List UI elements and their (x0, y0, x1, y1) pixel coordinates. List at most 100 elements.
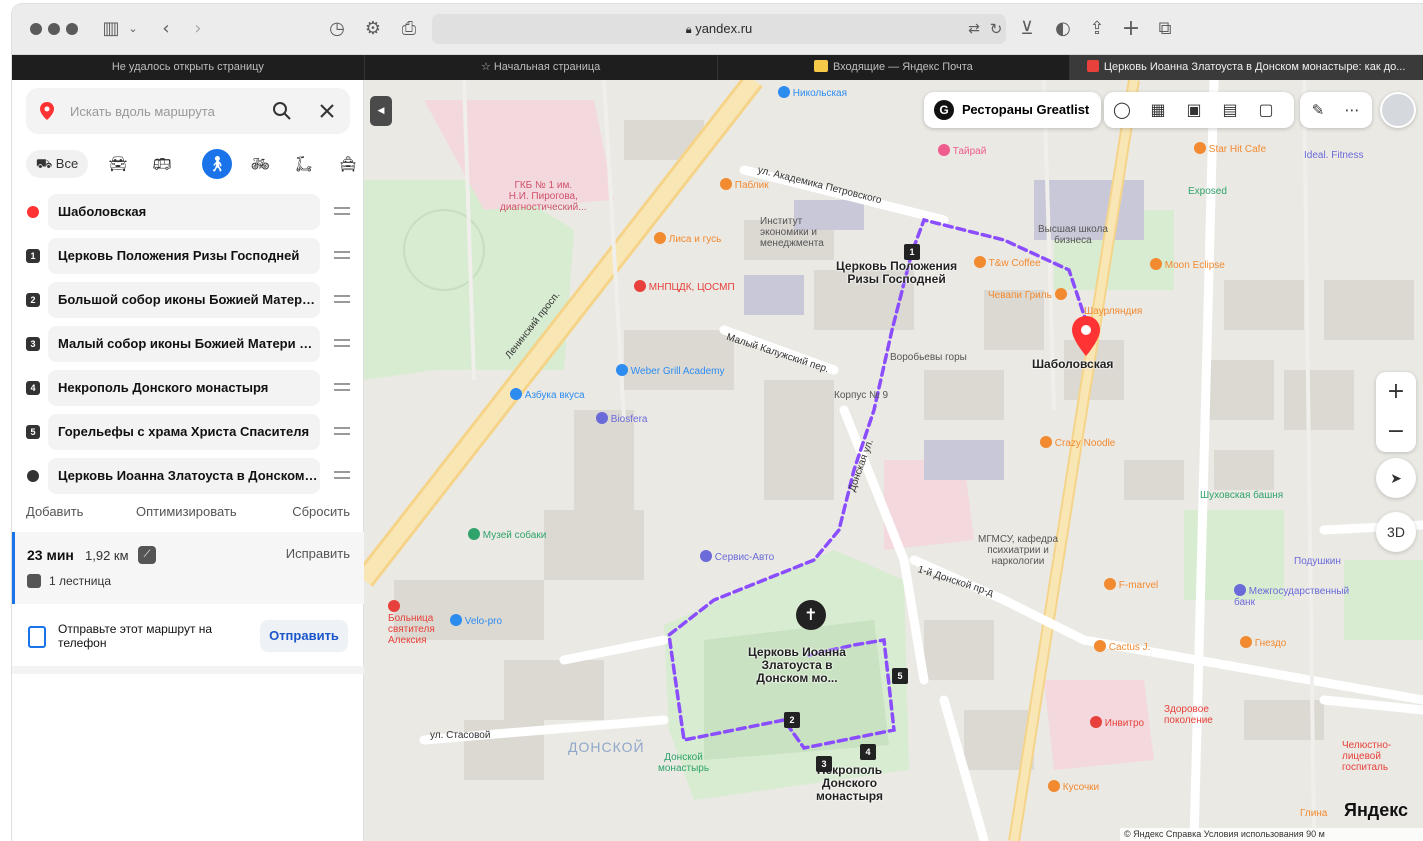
stop-field[interactable]: Церковь Иоанна Златоуста в Донском монас… (48, 458, 320, 494)
poi-crazy-noodle[interactable]: Crazy Noodle (1040, 436, 1115, 449)
transit-icon[interactable]: ▤ (1218, 98, 1242, 122)
zoom-in-button[interactable]: + (1376, 372, 1416, 412)
drag-handle-icon[interactable] (334, 291, 350, 309)
poi-lisa[interactable]: Лиса и гусь (654, 232, 721, 245)
drag-handle-icon[interactable] (334, 335, 350, 353)
poi-vorobyevy[interactable]: Воробьевы горы (890, 352, 967, 363)
search-input[interactable] (70, 99, 260, 123)
church-end-label[interactable]: Церковь Иоанна Златоуста в Донском мо... (748, 646, 846, 685)
drag-handle-icon[interactable] (334, 203, 350, 221)
reload-icon[interactable]: ↻ (986, 16, 1006, 42)
tab-error[interactable]: Не удалось открыть страницу (12, 55, 365, 80)
zoom-window-button[interactable] (66, 23, 78, 35)
chevron-down-icon[interactable]: ⌄ (126, 16, 140, 42)
poi-weber[interactable]: Weber Grill Academy (616, 364, 725, 377)
back-icon[interactable]: ‹ (156, 16, 176, 42)
stop-field[interactable]: Горельефы с храма Христа Спасителя (48, 414, 320, 450)
layers-icon[interactable]: ◯ (1110, 98, 1134, 122)
poi-kusochki[interactable]: Кусочки (1048, 780, 1099, 793)
shabolovskaya-label[interactable]: Шаболовская (1032, 358, 1113, 371)
locate-icon[interactable]: ➤ (1376, 458, 1416, 498)
print-icon[interactable]: ⎙ (398, 16, 420, 42)
poi-mnpcdk[interactable]: МНПЦДК, ЦОСМП (634, 280, 735, 293)
drag-handle-icon[interactable] (334, 247, 350, 265)
route-marker-2[interactable]: 2 (784, 712, 800, 728)
stop-field[interactable]: Шаболовская (48, 194, 320, 230)
forward-icon[interactable]: › (188, 16, 208, 42)
scooter-icon[interactable]: 🛴︎ (292, 150, 316, 178)
map-view[interactable]: ул. Академика Петровского Ленинский прос… (364, 80, 1423, 841)
zoom-out-button[interactable]: − (1376, 412, 1416, 452)
route-marker-1[interactable]: 1 (904, 244, 920, 260)
poi-moon-eclipse[interactable]: Moon Eclipse (1150, 258, 1225, 271)
translate-icon[interactable]: ⇄ (964, 16, 984, 42)
view-3d-button[interactable]: 3D (1376, 512, 1416, 552)
finish-church-icon[interactable]: ✝ (796, 600, 826, 630)
poi-gnezdo[interactable]: Гнездо (1240, 636, 1286, 649)
route-summary[interactable]: 23 мин 1,92 км ⟋ Исправить 1 лестница (12, 532, 364, 604)
promo-restaurants-button[interactable]: G Рестораны Greatlist (924, 92, 1102, 128)
poi-nikolskaya[interactable]: Никольская (778, 86, 847, 99)
minimize-window-button[interactable] (48, 23, 60, 35)
tab-mail[interactable]: Входящие — Яндекс Почта (718, 55, 1071, 80)
poi-fmarvel[interactable]: F-marvel (1104, 578, 1158, 591)
mode-all-button[interactable]: ⛟ Все (26, 150, 88, 178)
history-icon[interactable]: ◷ (326, 16, 348, 42)
poi-cactus[interactable]: Cactus J. (1094, 640, 1150, 653)
poi-public[interactable]: Паблик (720, 178, 769, 191)
poi-mezhgos-bank[interactable]: Межгосударственный банк (1234, 584, 1364, 608)
church-start-label[interactable]: Церковь Положения Ризы Господней (836, 260, 957, 286)
route-marker-4[interactable]: 4 (860, 744, 876, 760)
poi-velopro[interactable]: Velo-pro (450, 614, 502, 627)
tab-overview-icon[interactable]: ⧉ (1154, 16, 1176, 42)
bicycle-icon[interactable]: 🚲︎ (248, 150, 272, 178)
drag-handle-icon[interactable] (334, 379, 350, 397)
route-marker-3[interactable]: 3 (816, 756, 832, 772)
poi-exposed[interactable]: Exposed (1188, 186, 1227, 197)
poi-glina[interactable]: Глина (1300, 808, 1327, 819)
poi-shaurlandia[interactable]: Шаурляндия (1084, 306, 1142, 317)
poi-chevapi[interactable]: Чевапи Гриль (988, 288, 1067, 301)
camera-icon[interactable]: ▣ (1182, 98, 1206, 122)
route-marker-5[interactable]: 5 (892, 668, 908, 684)
address-bar[interactable]: 🔒︎ yandex.ru (432, 14, 1006, 44)
drag-handle-icon[interactable] (334, 423, 350, 441)
more-icon[interactable]: ⋯ (1340, 98, 1364, 122)
close-window-button[interactable] (30, 23, 42, 35)
poi-dog-museum[interactable]: Музей собаки (468, 528, 546, 541)
poi-service-auto[interactable]: Сервис-Авто (700, 550, 774, 563)
add-stop-button[interactable]: Добавить (26, 504, 83, 519)
sidebar-toggle-icon[interactable]: ▥ (100, 16, 122, 42)
poi-hospital-aleksiy[interactable]: Больница святителя Алексия (388, 600, 448, 646)
poi-podushkin[interactable]: Подушкин (1294, 556, 1341, 567)
traffic-icon[interactable]: ▢ (1254, 98, 1278, 122)
tab-maps[interactable]: Церковь Иоанна Златоуста в Донском монас… (1070, 55, 1423, 80)
send-button[interactable]: Отправить (260, 620, 348, 652)
close-icon[interactable] (320, 104, 334, 118)
shield-icon[interactable]: ◐ (1052, 16, 1074, 42)
poi-korpus9[interactable]: Корпус № 9 (834, 390, 888, 401)
poi-zdorovoe[interactable]: Здоровое поколение (1164, 704, 1244, 726)
stop-field[interactable]: Большой собор иконы Божией Матери Донска… (48, 282, 320, 318)
collapse-panel-button[interactable]: ◀ (370, 96, 392, 126)
panorama-icon[interactable]: ▦ (1146, 98, 1170, 122)
stop-field[interactable]: Малый собор иконы Божией Матери Донская (48, 326, 320, 362)
poi-biosfera[interactable]: Biosfera (596, 412, 647, 425)
drag-handle-icon[interactable] (334, 467, 350, 485)
avatar[interactable] (1380, 92, 1416, 128)
tab-home[interactable]: ☆ Начальная страница (365, 55, 718, 80)
stop-field[interactable]: Некрополь Донского монастыря (48, 370, 320, 406)
ruler-icon[interactable]: ✎ (1306, 98, 1330, 122)
new-tab-icon[interactable]: + (1120, 16, 1142, 42)
start-pin-icon[interactable] (1072, 316, 1100, 356)
gear-icon[interactable]: ⚙ (362, 16, 384, 42)
poi-star-hit[interactable]: Star Hit Cafe (1194, 142, 1266, 155)
fix-route-button[interactable]: Исправить (286, 546, 350, 561)
poi-azbuka[interactable]: Азбука вкуса (510, 388, 585, 401)
poi-hospital-jaw[interactable]: Челюстно-лицевой госпиталь (1342, 740, 1412, 773)
poi-tairai[interactable]: Тайрай (938, 144, 986, 157)
share-icon[interactable]: ⇪ (1086, 16, 1108, 42)
optimize-button[interactable]: Оптимизировать (136, 504, 237, 519)
stop-field[interactable]: Церковь Положения Ризы Господней (48, 238, 320, 274)
poi-ideal-fitness[interactable]: Ideal. Fitness (1304, 150, 1363, 161)
